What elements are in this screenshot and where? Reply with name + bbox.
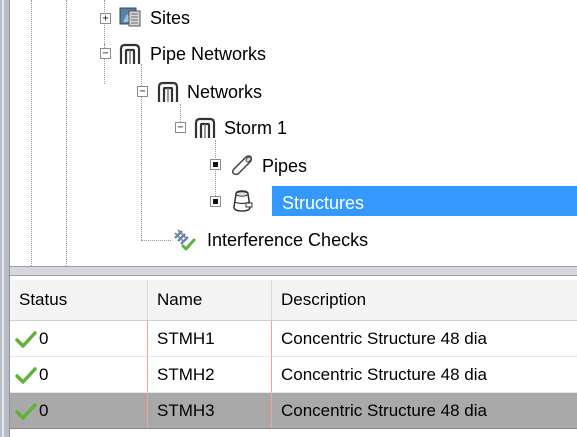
description-cell: Concentric Structure 48 dia — [272, 321, 577, 357]
name-cell: STMH1 — [148, 321, 272, 357]
tree-connector — [141, 240, 171, 241]
interference-check-icon — [174, 229, 196, 251]
pipe-network-icon — [194, 117, 216, 138]
column-header-status[interactable]: Status — [10, 280, 148, 320]
tree-node-label[interactable]: Storm 1 — [224, 117, 287, 139]
tree-connector — [180, 104, 181, 124]
tree-node-label[interactable]: Pipe Networks — [150, 43, 266, 65]
status-cell: 0 — [10, 357, 148, 393]
check-icon — [15, 366, 37, 384]
tree-node-label[interactable]: Pipes — [262, 155, 307, 177]
description-cell: Concentric Structure 48 dia — [272, 357, 577, 393]
tree-node-label[interactable]: Structures — [282, 192, 364, 214]
status-value: 0 — [39, 328, 49, 348]
name-cell: STMH3 — [148, 393, 272, 429]
tree-connector — [215, 140, 216, 200]
pipe-icon — [231, 155, 253, 176]
status-value: 0 — [39, 364, 49, 384]
collection-node-icon[interactable] — [210, 196, 221, 207]
table-row[interactable]: 0 STMH3 Concentric Structure 48 dia — [10, 393, 577, 429]
sites-icon — [119, 7, 141, 27]
status-value: 0 — [39, 400, 49, 420]
tree-guide-line — [31, 0, 32, 266]
expand-plus-icon[interactable]: + — [100, 13, 111, 24]
prospector-tree: + Sites − Pipe Networks − Networks − Sto… — [10, 0, 577, 266]
panel-splitter[interactable] — [10, 266, 577, 276]
table-row[interactable]: 0 STMH2 Concentric Structure 48 dia — [10, 357, 577, 393]
pipe-network-icon — [157, 81, 179, 102]
table-row[interactable]: 0 STMH1 Concentric Structure 48 dia — [10, 321, 577, 357]
name-cell: STMH2 — [148, 357, 272, 393]
status-cell: 0 — [10, 321, 148, 357]
item-list-grid: Status Name Description 0 STMH1 Concentr… — [10, 276, 577, 437]
check-icon — [15, 330, 37, 348]
tree-guide-line — [66, 0, 67, 266]
collection-node-icon[interactable] — [210, 159, 221, 170]
collapse-minus-icon[interactable]: − — [100, 48, 111, 59]
structure-icon — [233, 190, 253, 212]
tree-node-label[interactable]: Interference Checks — [207, 229, 368, 251]
status-cell: 0 — [10, 393, 148, 429]
grid-header: Status Name Description — [10, 280, 577, 321]
description-cell: Concentric Structure 48 dia — [272, 393, 577, 429]
pipe-network-icon — [119, 43, 141, 64]
check-icon — [15, 402, 37, 420]
column-header-description[interactable]: Description — [272, 280, 577, 320]
window-frame-left — [0, 0, 10, 437]
collapse-minus-icon[interactable]: − — [137, 86, 148, 97]
collapse-minus-icon[interactable]: − — [175, 122, 186, 133]
column-header-name[interactable]: Name — [148, 280, 272, 320]
tree-node-label[interactable]: Sites — [150, 7, 190, 29]
tree-node-label[interactable]: Networks — [187, 81, 262, 103]
